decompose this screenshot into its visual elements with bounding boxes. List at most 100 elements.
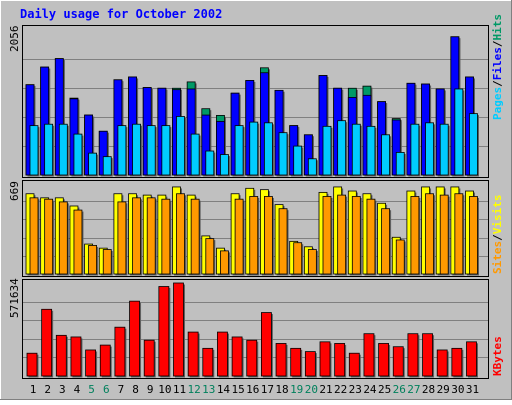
sites-bar bbox=[29, 197, 39, 275]
pages-bar bbox=[220, 154, 229, 176]
kbytes-bar bbox=[334, 343, 346, 377]
pages-bar bbox=[307, 158, 317, 176]
day-label: 4 bbox=[74, 383, 81, 396]
day-label: 25 bbox=[378, 383, 391, 396]
pages-bar bbox=[234, 125, 244, 176]
pages-bar bbox=[337, 120, 347, 176]
day-label: 15 bbox=[231, 383, 244, 396]
sites-bar bbox=[395, 239, 405, 275]
sites-bar bbox=[293, 242, 303, 275]
sites-bar bbox=[190, 198, 200, 275]
day-label: 2 bbox=[44, 383, 51, 396]
legend-sites-visits: Sites/Visits bbox=[491, 195, 504, 275]
sites-bar bbox=[132, 197, 141, 275]
legend-entry: Sites bbox=[491, 241, 504, 274]
kbytes-bar bbox=[466, 341, 477, 377]
usage-chart-frame: Daily usage for October 2002 2056 669 57… bbox=[0, 0, 512, 400]
day-label: 24 bbox=[363, 383, 377, 396]
day-label: 7 bbox=[118, 383, 125, 396]
day-label: 17 bbox=[261, 383, 274, 396]
day-label: 30 bbox=[451, 383, 464, 396]
kbytes-bar bbox=[348, 352, 360, 377]
day-label: 22 bbox=[334, 383, 347, 396]
pages-bar bbox=[88, 152, 97, 176]
sites-bar bbox=[469, 196, 478, 275]
kbytes-bar bbox=[231, 336, 243, 377]
legend-pages-files-hits: Pages/Files/Hits bbox=[491, 14, 504, 120]
sites-bar bbox=[88, 245, 97, 275]
day-label: 6 bbox=[103, 383, 110, 396]
day-label: 16 bbox=[246, 383, 259, 396]
day-label: 12 bbox=[188, 383, 201, 396]
pages-bar bbox=[73, 133, 83, 176]
kbytes-bar bbox=[55, 334, 67, 377]
legend-entry: Files bbox=[491, 47, 504, 80]
kbytes-bar bbox=[217, 331, 228, 377]
kbytes-bar bbox=[290, 347, 302, 377]
day-label: 14 bbox=[217, 383, 231, 396]
sites-bar bbox=[176, 193, 185, 275]
sites-bar bbox=[263, 196, 273, 275]
day-label: 27 bbox=[407, 383, 420, 396]
kbytes-bar bbox=[363, 333, 375, 377]
day-label: 21 bbox=[319, 383, 332, 396]
pages-bar bbox=[351, 123, 361, 176]
day-label: 19 bbox=[290, 383, 303, 396]
pages-bar bbox=[395, 152, 405, 176]
day-label: 23 bbox=[349, 383, 362, 396]
day-label: 31 bbox=[466, 383, 479, 396]
kbytes-bar bbox=[129, 300, 140, 377]
kbytes-bar bbox=[319, 341, 331, 377]
sites-bar bbox=[410, 196, 420, 275]
sites-bar bbox=[278, 208, 288, 275]
sites-bar bbox=[425, 193, 434, 275]
pages-bar bbox=[102, 156, 112, 176]
pages-bar bbox=[278, 132, 288, 176]
kbytes-bar bbox=[436, 349, 448, 377]
kbytes-bar bbox=[173, 282, 184, 377]
pages-bar bbox=[366, 125, 376, 176]
sites-bar bbox=[351, 196, 361, 275]
day-label: 10 bbox=[158, 383, 171, 396]
pages-bar bbox=[58, 123, 68, 176]
sites-bar bbox=[249, 196, 259, 275]
pages-bar bbox=[44, 123, 54, 176]
day-label: 8 bbox=[132, 383, 139, 396]
sites-bar bbox=[234, 198, 244, 275]
day-label: 1 bbox=[30, 383, 37, 396]
pages-bar bbox=[190, 133, 200, 176]
sites-bar bbox=[44, 198, 54, 275]
day-label: 9 bbox=[147, 383, 154, 396]
kbytes-bar bbox=[275, 343, 287, 377]
pages-bar bbox=[410, 123, 420, 176]
pages-bar bbox=[425, 122, 434, 176]
kbytes-bar bbox=[202, 347, 214, 377]
day-label: 11 bbox=[173, 383, 186, 396]
kbytes-bar bbox=[407, 333, 419, 377]
pages-bar bbox=[205, 150, 215, 176]
kbytes-bar bbox=[246, 339, 258, 377]
day-label: 3 bbox=[59, 383, 66, 396]
sites-bar bbox=[381, 208, 391, 275]
kbytes-bar bbox=[158, 286, 170, 377]
kbytes-bar bbox=[422, 333, 433, 377]
kbytes-bar bbox=[187, 331, 199, 377]
sites-bar bbox=[220, 250, 229, 275]
pages-bar bbox=[176, 116, 185, 176]
sites-bar bbox=[366, 198, 376, 275]
pages-bar bbox=[381, 134, 391, 176]
legend-kbytes: KBytes bbox=[491, 336, 504, 376]
day-label: 29 bbox=[437, 383, 450, 396]
kbytes-bar bbox=[41, 308, 53, 377]
pages-bar bbox=[322, 125, 332, 176]
pages-bar bbox=[29, 125, 39, 176]
day-label: 13 bbox=[202, 383, 215, 396]
sites-bar bbox=[73, 209, 83, 275]
sites-bar bbox=[205, 238, 215, 275]
kbytes-bar bbox=[378, 343, 390, 377]
pages-bar bbox=[146, 125, 156, 176]
day-label: 18 bbox=[275, 383, 288, 396]
kbytes-bar bbox=[70, 336, 82, 377]
kbytes-bar bbox=[143, 339, 155, 377]
visits-max-label: 669 bbox=[8, 181, 21, 201]
